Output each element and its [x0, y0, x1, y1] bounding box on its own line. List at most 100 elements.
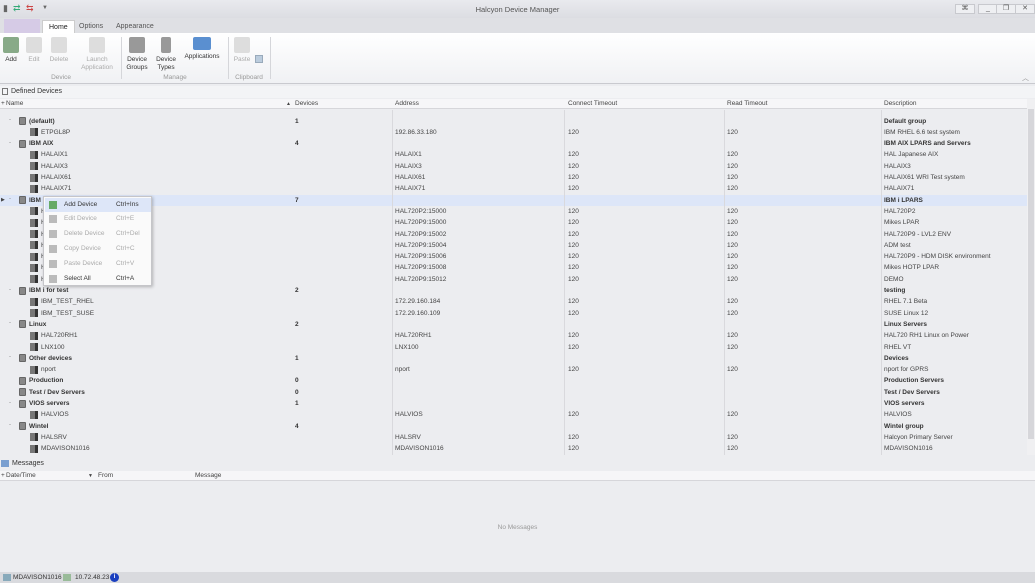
connect-timeout: 120: [568, 219, 579, 226]
address: HAL720P9:15000: [395, 219, 446, 226]
menu-item-delete-device[interactable]: Delete DeviceCtrl+Del: [45, 227, 151, 241]
restore-button[interactable]: ❐: [996, 4, 1016, 14]
expand-all-icon[interactable]: +: [1, 100, 5, 107]
menu-item-add-device[interactable]: Add DeviceCtrl+Ins: [45, 198, 151, 212]
read-timeout: 120: [727, 445, 738, 452]
menu-item-label: Copy Device: [64, 245, 101, 252]
group-row[interactable]: -Wintel4Wintel group: [0, 421, 1027, 432]
device-row[interactable]: HHAL720P9:15002120120HAL720P9 - LVL2 ENV: [0, 229, 1027, 240]
label: Device Groups: [126, 56, 147, 71]
read-timeout: 120: [727, 163, 738, 170]
device-row[interactable]: IBM_TEST_SUSE172.29.160.109120120SUSE Li…: [0, 308, 1027, 319]
device-row[interactable]: IBM_TEST_RHEL172.29.160.184120120RHEL 7.…: [0, 297, 1027, 308]
collapse-icon[interactable]: -: [9, 354, 11, 360]
launch-application-button[interactable]: Launch Application: [78, 37, 116, 71]
device-row[interactable]: HALAIX3HALAIX3120120HALAIX3: [0, 161, 1027, 172]
device-types-button[interactable]: Device Types: [155, 37, 177, 71]
device-row[interactable]: ETPGL8P192.86.33.180120120IBM RHEL 6.6 t…: [0, 127, 1027, 138]
group-row[interactable]: -Other devices1Devices: [0, 353, 1027, 364]
collapse-icon[interactable]: -: [9, 320, 11, 326]
paste-button[interactable]: Paste: [232, 37, 252, 64]
column-date-time[interactable]: Date/Time: [6, 472, 36, 479]
device-row[interactable]: HHAL720P9:15006120120HAL720P9 - HDM DISK…: [0, 252, 1027, 263]
close-button[interactable]: ✕: [1015, 4, 1035, 14]
device-row[interactable]: HHAL720P9:15008120120Mikes HOTP LPAR: [0, 263, 1027, 274]
device-row[interactable]: HHAL720P9:15000120120Mikes LPAR: [0, 218, 1027, 229]
device-row[interactable]: HALAIX61HALAIX61120120HALAIX61 WRI Test …: [0, 173, 1027, 184]
column-devices[interactable]: Devices: [295, 100, 318, 107]
column-description[interactable]: Description: [884, 100, 917, 107]
menu-item-copy-device[interactable]: Copy DeviceCtrl+C: [45, 242, 151, 256]
description: HALAIX71: [884, 185, 914, 192]
minimize-button[interactable]: _: [978, 4, 998, 14]
menu-item-icon: [49, 230, 57, 238]
tab-home[interactable]: Home: [42, 20, 75, 33]
read-timeout: 120: [727, 276, 738, 283]
collapse-icon[interactable]: -: [9, 400, 11, 406]
description: HAL720P9 - HDM DISK environment: [884, 253, 991, 260]
device-row[interactable]: HALVIOSHALVIOS120120HALVIOS: [0, 410, 1027, 421]
read-timeout: 120: [727, 231, 738, 238]
collapse-icon[interactable]: -: [9, 422, 11, 428]
group-row[interactable]: -IBM i for test2testing: [0, 286, 1027, 297]
applications-button[interactable]: Applications: [182, 37, 222, 61]
read-timeout: 120: [727, 129, 738, 136]
menu-item-edit-device[interactable]: Edit DeviceCtrl+E: [45, 212, 151, 226]
device-row[interactable]: nportnport120120nport for GPRS: [0, 365, 1027, 376]
info-icon[interactable]: i: [110, 573, 119, 582]
column-name[interactable]: Name: [6, 100, 23, 107]
add-button[interactable]: Add: [2, 37, 20, 64]
column-address[interactable]: Address: [395, 100, 419, 107]
device-name: MDAVISON1016: [41, 445, 90, 452]
group-row[interactable]: -Linux2Linux Servers: [0, 319, 1027, 330]
menu-item-select-all[interactable]: Select AllCtrl+A: [45, 272, 151, 286]
group-row[interactable]: Test / Dev Servers0Test / Dev Servers: [0, 387, 1027, 398]
device-row[interactable]: MDAVISON1016MDAVISON1016120120MDAVISON10…: [0, 444, 1027, 455]
device-groups-button[interactable]: Device Groups: [125, 37, 149, 71]
group-row[interactable]: -VIOS servers1VIOS servers: [0, 399, 1027, 410]
device-row[interactable]: HALSRVHALSRV120120Halcyon Primary Server: [0, 432, 1027, 443]
description: HAL720 RH1 Linux on Power: [884, 332, 969, 339]
menu-item-icon: [49, 201, 57, 209]
address: nport: [395, 366, 410, 373]
group-name: Production: [29, 377, 63, 384]
collapse-icon[interactable]: -: [9, 117, 11, 123]
column-message[interactable]: Message: [195, 472, 221, 479]
group-row[interactable]: Production0Production Servers: [0, 376, 1027, 387]
collapse-icon[interactable]: -: [9, 287, 11, 293]
collapse-icon[interactable]: -: [9, 140, 11, 146]
group-icon: [19, 388, 26, 396]
vertical-scrollbar[interactable]: [1027, 99, 1035, 455]
device-row[interactable]: HAL720RH1HAL720RH1120120HAL720 RH1 Linux…: [0, 331, 1027, 342]
group-row[interactable]: ▶-IBM i7IBM i LPARS: [0, 195, 1027, 206]
device-row[interactable]: HALAIX71HALAIX71120120HALAIX71: [0, 184, 1027, 195]
edit-device-icon: [26, 37, 42, 53]
device-row[interactable]: LNX100LNX100120120RHEL VT: [0, 342, 1027, 353]
connect-timeout: 120: [568, 276, 579, 283]
group-row[interactable]: -(default)1Default group: [0, 116, 1027, 127]
menu-item-paste-device[interactable]: Paste DeviceCtrl+V: [45, 257, 151, 271]
column-connect-timeout[interactable]: Connect Timeout: [568, 100, 617, 107]
tab-appearance[interactable]: Appearance: [110, 20, 160, 33]
select-all-icon[interactable]: [255, 55, 263, 63]
device-row[interactable]: HHAL720P9:15004120120ADM test: [0, 240, 1027, 251]
description: IBM i LPARS: [884, 197, 923, 204]
column-from[interactable]: From: [98, 472, 113, 479]
device-row[interactable]: HALAIX1HALAIX1120120HAL Japanese AIX: [0, 150, 1027, 161]
device-row[interactable]: HHAL720P2:15000120120HAL720P2: [0, 206, 1027, 217]
collapse-icon[interactable]: -: [9, 196, 11, 202]
delete-button[interactable]: Delete: [48, 37, 70, 64]
device-name: ETPGL8P: [41, 129, 70, 136]
column-read-timeout[interactable]: Read Timeout: [727, 100, 767, 107]
scrollbar-thumb[interactable]: [1028, 109, 1034, 439]
tab-options[interactable]: Options: [73, 20, 109, 33]
expand-icon: +: [1, 472, 5, 479]
help-button[interactable]: ⌘: [955, 4, 975, 14]
device-row[interactable]: HHAL720P9:15012120120DEMO: [0, 274, 1027, 285]
device-name: HALAIX61: [41, 174, 71, 181]
group-row[interactable]: -IBM AIX4IBM AIX LPARS and Servers: [0, 139, 1027, 150]
connect-timeout: 120: [568, 253, 579, 260]
edit-button[interactable]: Edit: [25, 37, 43, 64]
collapse-ribbon-icon[interactable]: ︿: [1022, 73, 1029, 83]
file-tab[interactable]: [4, 19, 40, 33]
